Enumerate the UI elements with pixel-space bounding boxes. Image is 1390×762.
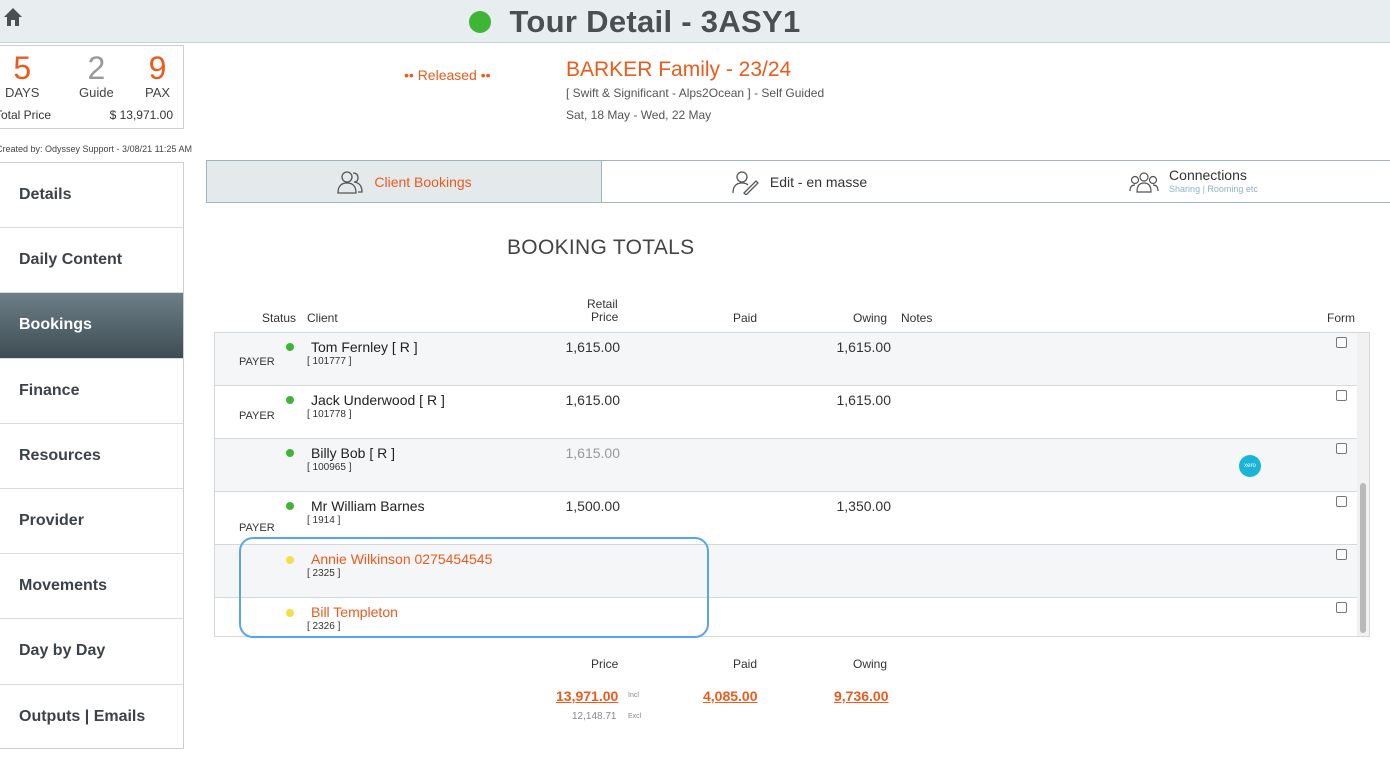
sidebar-item-movements[interactable]: Movements: [0, 554, 183, 620]
pax-label: PAX: [145, 85, 171, 100]
col-header-status: Status: [262, 311, 297, 325]
xero-icon[interactable]: xero: [1239, 455, 1261, 477]
totals-incl-label: Incl: [628, 692, 639, 699]
form-checkbox[interactable]: [1336, 337, 1347, 348]
retail-price: 1,500.00: [565, 498, 621, 514]
col-header-client: Client: [307, 311, 338, 325]
form-checkbox[interactable]: [1336, 496, 1347, 507]
tab-connections[interactable]: Connections Sharing | Rooming etc: [997, 161, 1390, 202]
booking-tabs: Client Bookings Edit - en masse Connecti…: [206, 160, 1390, 203]
owing-amount: 1,615.00: [836, 339, 892, 355]
days-value: 5: [13, 50, 32, 86]
tab-edit-en-masse[interactable]: Edit - en masse: [602, 161, 997, 202]
users-icon: [337, 170, 364, 194]
owing-amount: 1,615.00: [836, 392, 892, 408]
page-title: Tour Detail - 3ASY1: [509, 3, 801, 39]
status-dot: [286, 343, 294, 351]
payer-label: PAYER: [239, 522, 275, 534]
retail-price: 1,615.00: [565, 339, 621, 355]
client-id: [ 1914 ]: [307, 515, 341, 526]
total-price-label: Total Price: [0, 108, 52, 122]
totals-paid-label: Paid: [733, 657, 758, 671]
guide-label: Guide: [79, 85, 114, 100]
pax-value: 9: [148, 50, 167, 86]
tab-edit-en-masse-label: Edit - en masse: [769, 173, 868, 190]
form-checkbox[interactable]: [1336, 549, 1347, 560]
client-id: [ 101778 ]: [307, 409, 352, 420]
days-stat: 5 DAYS: [5, 50, 39, 100]
tab-connections-label: Connections: [1169, 166, 1247, 183]
col-header-notes: Notes: [901, 311, 933, 325]
retail-price: 1,615.00: [565, 392, 621, 408]
client-id: [ 100965 ]: [307, 462, 352, 473]
sidebar-item-resources[interactable]: Resources: [0, 424, 183, 489]
client-name[interactable]: Tom Fernley [ R ]: [311, 339, 418, 355]
tour-dates: Sat, 18 May - Wed, 22 May: [566, 108, 712, 122]
client-id: [ 101777 ]: [307, 356, 352, 367]
booking-totals-title: BOOKING TOTALS: [507, 236, 695, 259]
user-edit-icon: [732, 170, 759, 195]
payer-label: PAYER: [239, 410, 275, 422]
table-row[interactable]: PAYER Tom Fernley [ R ] [ 101777 ] 1,615…: [215, 333, 1357, 386]
scrollbar-thumb[interactable]: [1360, 483, 1366, 633]
col-header-owing: Owing: [853, 311, 888, 325]
sidebar-item-outputs-emails[interactable]: Outputs | Emails: [0, 685, 183, 750]
tab-connections-sublabel: Sharing | Rooming etc: [1169, 183, 1258, 194]
sidebar-item-provider[interactable]: Provider: [0, 489, 183, 555]
col-header-retail: Retail: [587, 297, 618, 311]
title-bar: Tour Detail - 3ASY1: [0, 0, 1390, 43]
status-dot: [286, 396, 294, 404]
table-row[interactable]: Billy Bob [ R ] [ 100965 ] 1,615.00 xero: [215, 439, 1357, 492]
highlight-outline: [239, 537, 709, 638]
table-scrollbar[interactable]: [1357, 333, 1369, 636]
totals-paid-value[interactable]: 4,085.00: [703, 688, 758, 704]
tour-status-dot: [469, 10, 492, 33]
guide-value: 2: [87, 50, 106, 86]
guide-stat: 2 Guide: [79, 50, 114, 100]
col-header-price: Price: [591, 310, 619, 324]
form-checkbox[interactable]: [1336, 390, 1347, 401]
col-header-paid: Paid: [733, 311, 758, 325]
totals-owing-label: Owing: [853, 657, 888, 671]
pax-stat: 9 PAX: [145, 50, 170, 100]
tour-summary-box: 5 DAYS 2 Guide 9 PAX Total Price $ 13,97…: [0, 45, 184, 129]
client-name[interactable]: Billy Bob [ R ]: [311, 445, 395, 461]
table-row[interactable]: PAYER Jack Underwood [ R ] [ 101778 ] 1,…: [215, 386, 1357, 439]
total-price-value: $ 13,971.00: [109, 108, 173, 122]
totals-price-label: Price: [591, 657, 619, 671]
totals-excl-value: 12,148.71: [572, 711, 617, 722]
totals-owing-value[interactable]: 9,736.00: [834, 688, 889, 704]
owing-amount: 1,350.00: [836, 498, 892, 514]
client-name[interactable]: Jack Underwood [ R ]: [311, 392, 445, 408]
form-checkbox[interactable]: [1336, 602, 1347, 613]
totals-price-value[interactable]: 13,971.00: [556, 688, 618, 704]
client-name[interactable]: Mr William Barnes: [311, 498, 425, 514]
days-label: DAYS: [5, 85, 40, 100]
status-dot: [286, 449, 294, 457]
form-checkbox[interactable]: [1336, 443, 1347, 454]
sidebar-item-bookings[interactable]: Bookings: [0, 293, 183, 359]
tab-client-bookings-label: Client Bookings: [374, 173, 472, 190]
sidebar-item-details[interactable]: Details: [0, 163, 183, 229]
tour-subtitle: [ Swift & Significant - Alps2Ocean ] - S…: [566, 86, 825, 100]
family-title: BARKER Family - 23/24: [566, 58, 792, 81]
status-dot: [286, 502, 294, 510]
col-header-form: Form: [1327, 311, 1355, 325]
created-by: Created by: Odyssey Support - 3/08/21 11…: [0, 144, 192, 154]
group-icon: [1129, 171, 1159, 193]
totals-excl-label: Excl: [628, 713, 642, 720]
payer-label: PAYER: [239, 356, 275, 368]
retail-price: 1,615.00: [565, 445, 621, 461]
sidebar-item-day-by-day[interactable]: Day by Day: [0, 619, 183, 685]
sidebar: Details Daily Content Bookings Finance R…: [0, 162, 184, 749]
sidebar-item-daily-content[interactable]: Daily Content: [0, 228, 183, 294]
tour-status-label: •• Released ••: [404, 67, 491, 83]
tab-client-bookings[interactable]: Client Bookings: [207, 161, 602, 202]
sidebar-item-finance[interactable]: Finance: [0, 359, 183, 424]
